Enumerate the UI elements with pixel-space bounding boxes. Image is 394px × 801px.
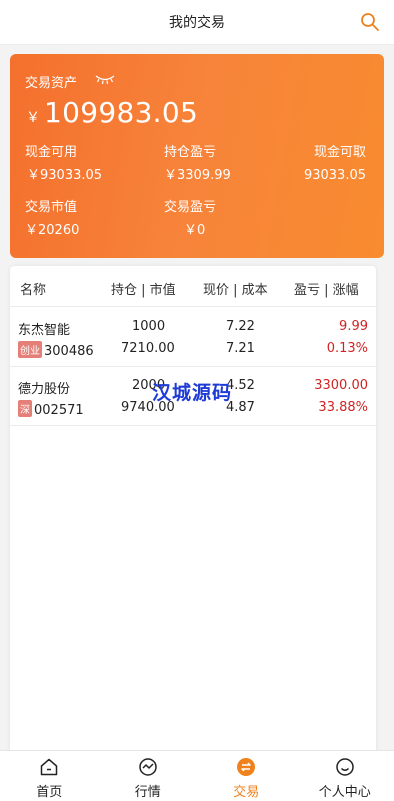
stat-label: 交易盈亏 [164,199,216,217]
stat-value: ￥20260 [25,222,79,240]
stock-name: 东杰智能 [18,319,70,338]
asset-label: 交易资产 [25,72,77,91]
stock-code: 002571 [34,403,84,418]
column-header-name: 名称 [20,279,46,298]
tab-trade[interactable]: 交易 [197,751,296,801]
profile-icon [335,757,355,777]
trade-icon [236,757,256,777]
asset-total: ￥ 109983.05 [26,96,198,129]
tab-profile[interactable]: 个人中心 [296,751,394,801]
stat-label: 持仓盈亏 [164,144,231,162]
stat-value: ￥0 [184,222,216,240]
market-tag: 创业 [18,341,42,358]
page-title: 我的交易 [169,12,225,32]
stat-position-pnl: 持仓盈亏 ￥3309.99 [164,144,231,185]
tab-label: 行情 [99,781,198,800]
column-header-position: 持仓 | 市值 [111,279,176,298]
tab-label: 交易 [197,781,296,800]
cost-price: 7.21 [226,341,255,356]
tab-label: 首页 [0,781,99,800]
stock-code-cell: 深002571 [18,400,84,418]
asset-total-value: 109983.05 [44,96,198,129]
column-header-price: 现价 | 成本 [203,279,268,298]
stat-label: 交易市值 [25,199,79,217]
eye-closed-icon[interactable] [94,73,116,85]
stock-code-cell: 创业300486 [18,341,94,359]
holdings-table: 名称 持仓 | 市值 现价 | 成本 盈亏 | 涨幅 东杰智能 创业300486… [10,266,376,756]
position-qty: 1000 [132,319,165,334]
home-icon [39,757,59,777]
watermark-text: 汉城源码 [152,378,232,405]
header-bar: 我的交易 [0,0,394,45]
search-icon[interactable] [360,12,380,32]
stat-value: ￥3309.99 [164,167,231,185]
tab-label: 个人中心 [296,781,394,800]
stock-code: 300486 [44,344,94,359]
asset-summary-card: 交易资产 ￥ 109983.05 现金可用 ￥93033.05 持仓盈亏 ￥33… [10,54,384,258]
tab-home[interactable]: 首页 [0,751,99,801]
bottom-tab-bar: 首页 行情 交易 个人中心 [0,750,394,801]
market-icon [138,757,158,777]
column-header-pnl: 盈亏 | 涨幅 [294,279,359,298]
table-header: 名称 持仓 | 市值 现价 | 成本 盈亏 | 涨幅 [10,266,376,307]
pnl-value: 9.99 [339,319,368,334]
currency-symbol: ￥ [26,107,40,127]
stat-trade-pnl: 交易盈亏 ￥0 [164,199,216,240]
stat-value: 93033.05 [304,167,366,185]
pnl-percent: 0.13% [327,341,368,356]
stat-label: 现金可用 [25,144,102,162]
stat-cash-available: 现金可用 ￥93033.05 [25,144,102,185]
stat-cash-withdrawable: 现金可取 93033.05 [304,144,366,185]
current-price: 7.22 [226,319,255,334]
table-row[interactable]: 东杰智能 创业300486 1000 7210.00 7.22 7.21 9.9… [10,308,376,367]
market-value: 7210.00 [121,341,175,356]
stock-name: 德力股份 [18,378,70,397]
market-tag: 深 [18,400,32,417]
pnl-percent: 33.88% [318,400,368,415]
stat-market-value: 交易市值 ￥20260 [25,199,79,240]
stat-value: ￥93033.05 [27,167,102,185]
stat-label: 现金可取 [304,144,366,162]
pnl-value: 3300.00 [314,378,368,393]
tab-market[interactable]: 行情 [99,751,198,801]
